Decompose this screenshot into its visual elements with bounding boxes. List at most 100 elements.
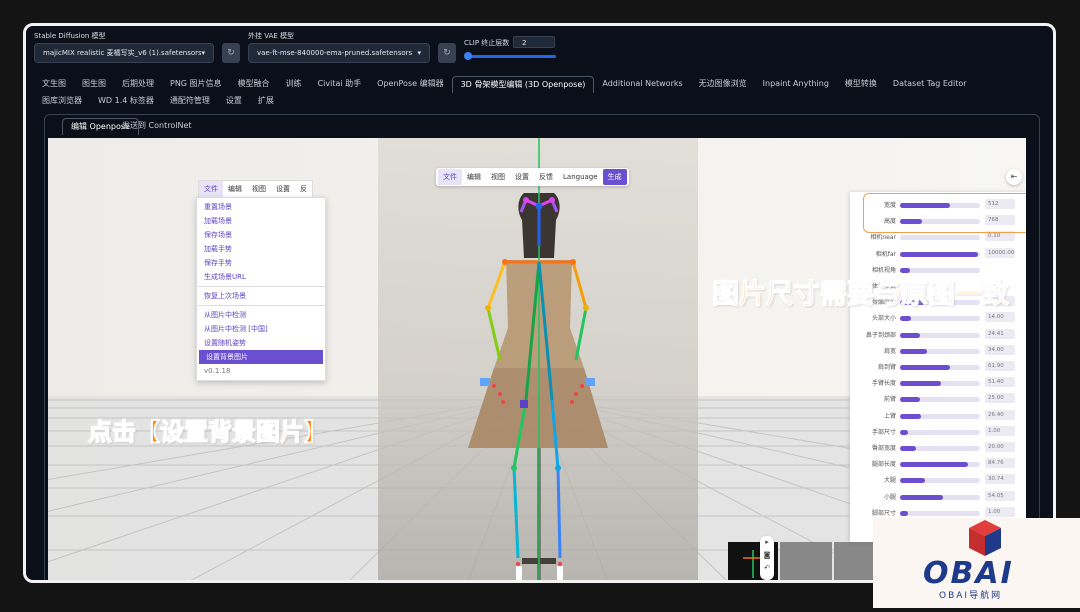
param-slider[interactable] — [900, 251, 980, 257]
param-slider[interactable] — [900, 413, 980, 419]
param-slider[interactable] — [900, 348, 980, 354]
tab-row2-4[interactable]: 扩展 — [250, 93, 282, 109]
param-slider[interactable] — [900, 365, 980, 370]
top-menu-item-6[interactable]: 生成 — [602, 169, 627, 185]
param-slider[interactable] — [900, 381, 980, 387]
undo-icon[interactable]: ↶ — [760, 562, 774, 575]
menu-divider — [197, 305, 325, 306]
param-value-input[interactable]: 26.40 — [985, 409, 1015, 420]
file-menu-item-group3-1[interactable]: 从图片中检测 [中国] — [197, 322, 325, 336]
clip-value-box[interactable]: 2 — [513, 36, 555, 48]
file-menu-item-group3-0[interactable]: 从图片中检测 — [197, 308, 325, 322]
tab-row2-1[interactable]: WD 1.4 标签器 — [90, 93, 162, 109]
file-menu-item-group1-0[interactable]: 重置场景 — [197, 200, 325, 214]
param-row: 臀部宽度 20.00 — [850, 442, 1026, 453]
param-label: 肩到臂 — [877, 364, 896, 371]
param-slider[interactable] — [900, 478, 980, 484]
param-slider[interactable] — [900, 397, 980, 403]
param-slider[interactable] — [900, 462, 980, 468]
tab-10[interactable]: 无边图像浏览 — [691, 76, 755, 93]
param-value-input[interactable]: 61.90 — [985, 361, 1015, 371]
tab-5[interactable]: 训练 — [278, 76, 310, 93]
tab-9[interactable]: Additional Networks — [594, 76, 690, 93]
tab-row2-3[interactable]: 设置 — [218, 93, 250, 109]
param-value-input[interactable]: 10000.00 — [985, 247, 1015, 258]
tab-4[interactable]: 模型融合 — [230, 76, 278, 93]
param-slider-fill — [900, 413, 921, 419]
file-menu-item-group1-3[interactable]: 加载手势 — [197, 242, 325, 256]
param-slider[interactable] — [900, 332, 980, 338]
clip-slider[interactable] — [464, 52, 556, 60]
tab-7[interactable]: OpenPose 编辑器 — [369, 76, 451, 93]
left-menu-item-0[interactable]: 文件 — [199, 181, 223, 197]
param-slider-fill — [900, 462, 968, 468]
tab-6[interactable]: Civitai 助手 — [310, 76, 370, 93]
param-slider[interactable] — [900, 446, 980, 451]
top-menu-item-1[interactable]: 编辑 — [462, 169, 486, 185]
param-value-input[interactable]: 1.00 — [985, 506, 1015, 517]
camera-icon[interactable]: ◙ — [760, 549, 774, 562]
tab-11[interactable]: Inpaint Anything — [755, 76, 837, 93]
tab-0[interactable]: 文生图 — [34, 76, 74, 93]
param-label: 小腿 — [883, 493, 896, 501]
model-select[interactable]: majicMIX realistic 麦橘写实_v6 (1).safetenso… — [34, 43, 214, 63]
param-value-input[interactable]: 54.05 — [985, 490, 1015, 501]
left-menu-item-2[interactable]: 视图 — [247, 181, 271, 197]
tab-3[interactable]: PNG 图片信息 — [162, 76, 230, 93]
file-menu-item-group1-2[interactable]: 保存场景 — [197, 228, 325, 242]
tab-row2-0[interactable]: 图库浏览器 — [34, 93, 90, 109]
param-value-input[interactable]: 14.00 — [985, 312, 1015, 323]
top-menu-item-0[interactable]: 文件 — [438, 169, 462, 185]
tab-1[interactable]: 图生图 — [74, 76, 114, 93]
param-value-input[interactable]: 24.41 — [985, 328, 1015, 339]
left-menu-item-4[interactable]: 反 — [295, 181, 312, 197]
param-slider[interactable] — [900, 429, 980, 435]
file-menu-item-group2-0[interactable]: 恢复上次场景 — [197, 289, 325, 303]
preview-thumbnails — [728, 542, 886, 580]
file-menu-item-group1-1[interactable]: 加载场景 — [197, 214, 325, 228]
file-menu-item-group3-3[interactable]: 设置背景图片 — [199, 350, 323, 364]
refresh-model-button[interactable]: ↻ — [222, 43, 240, 63]
openpose-3d-canvas[interactable]: 文件 编辑 视图 设置 反馈 Language 生成 ⇤ 文件 编辑 视图 设置反 重置场景 加载场… — [48, 138, 1026, 580]
left-menu-item-3[interactable]: 设置 — [271, 181, 295, 197]
vae-select-value: vae-ft-mse-840000-ema-pruned.safetensors — [257, 49, 413, 57]
top-menu-item-5[interactable]: Language — [558, 169, 603, 185]
clip-slider-thumb[interactable] — [464, 52, 472, 60]
tab-13[interactable]: Dataset Tag Editor — [885, 76, 975, 93]
clip-label: CLIP 终止层数 — [464, 39, 510, 47]
param-label: 手臂长度 — [871, 380, 896, 388]
tab-12[interactable]: 模型转换 — [837, 76, 885, 93]
param-label: 相机far — [875, 250, 896, 258]
left-menu-item-1[interactable]: 编辑 — [223, 181, 247, 197]
param-row: 头部大小 14.00 — [850, 312, 1026, 323]
param-value-input[interactable]: 51.40 — [985, 377, 1015, 388]
param-value-input[interactable]: 30.74 — [985, 474, 1015, 485]
param-value-input[interactable]: 34.00 — [985, 344, 1015, 355]
param-slider[interactable] — [900, 510, 980, 516]
play-icon[interactable]: ▸ — [760, 536, 774, 549]
file-menu-item-group1-5[interactable]: 生成场景URL — [197, 270, 325, 284]
vae-select[interactable]: vae-ft-mse-840000-ema-pruned.safetensors… — [248, 43, 430, 63]
param-label: 前臂 — [883, 396, 896, 404]
param-slider[interactable] — [900, 235, 980, 241]
param-slider[interactable] — [900, 494, 980, 500]
file-menu-item-group1-4[interactable]: 保存手势 — [197, 256, 325, 270]
tab-8[interactable]: 3D 骨架模型编辑 (3D Openpose) — [451, 76, 595, 93]
refresh-vae-button[interactable]: ↻ — [438, 43, 456, 63]
file-menu-item-group3-2[interactable]: 设置随机姿势 — [197, 336, 325, 350]
top-menu-item-3[interactable]: 设置 — [510, 169, 534, 185]
param-value-input[interactable]: 20.00 — [985, 442, 1015, 452]
param-value-input[interactable]: 25.00 — [985, 393, 1015, 404]
subtab-send-controlnet[interactable]: 发送到 ControlNet — [114, 118, 200, 134]
param-label: 上臂 — [883, 412, 896, 420]
tab-2[interactable]: 后期处理 — [114, 76, 162, 93]
param-value-input[interactable]: 1.00 — [985, 425, 1015, 436]
param-slider-fill — [900, 397, 920, 403]
top-menu-item-4[interactable]: 反馈 — [534, 169, 558, 185]
param-value-input[interactable]: 84.76 — [985, 458, 1015, 469]
param-slider-fill — [900, 348, 928, 354]
tab-row2-2[interactable]: 通配符管理 — [162, 93, 218, 109]
collapse-panel-button[interactable]: ⇤ — [1006, 169, 1022, 185]
param-slider[interactable] — [900, 316, 980, 322]
top-menu-item-2[interactable]: 视图 — [486, 169, 510, 185]
